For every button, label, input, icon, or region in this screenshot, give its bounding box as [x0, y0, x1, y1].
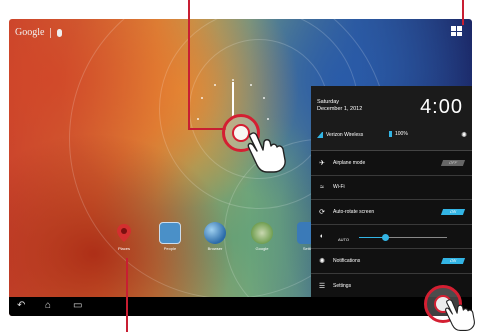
clock-tick [197, 118, 199, 120]
map-pin-icon [113, 222, 135, 244]
app-browser[interactable]: Browser [196, 222, 234, 251]
google-search-label: Google [15, 27, 45, 38]
app-label: Google [255, 246, 269, 251]
globe-icon [204, 222, 226, 244]
wifi-row[interactable]: ≈ Wi-Fi [311, 176, 472, 200]
date-label: December 1, 2012 [317, 106, 363, 112]
brightness-knob[interactable] [382, 233, 390, 241]
day-label: Saturday [317, 99, 340, 105]
clock-tick [201, 97, 203, 99]
row-label: Airplane mode [333, 159, 366, 166]
notifications-toggle[interactable]: ON [440, 258, 466, 264]
clock-tick [263, 97, 265, 99]
pointing-hand-icon [445, 299, 475, 331]
clock-tick [232, 79, 234, 81]
brightness-row: ◐ AUTO [311, 225, 472, 249]
pointing-hand-icon [247, 132, 286, 173]
app-label: Places [117, 246, 130, 251]
all-apps-icon[interactable] [451, 26, 462, 36]
battery-status: 100% [389, 131, 408, 137]
row-label: Notifications [333, 257, 361, 264]
contacts-icon [159, 222, 181, 244]
brightness-icon: ◐ [319, 232, 325, 240]
callout-line-clock [188, 128, 226, 130]
callout-line-places [126, 258, 128, 332]
brightness-auto-label[interactable]: AUTO [338, 237, 349, 242]
back-icon[interactable]: ↶ [17, 301, 25, 311]
rotate-icon: ⟳ [319, 208, 325, 216]
home-icon[interactable]: ⌂ [45, 301, 51, 311]
notifications-row[interactable]: ✺ Notifications ON [311, 249, 472, 274]
microphone-icon[interactable] [57, 28, 63, 37]
clock-tick [214, 84, 216, 86]
google-search-bar[interactable]: Google [15, 27, 63, 38]
row-label: Settings [333, 282, 352, 289]
search-divider [50, 27, 52, 38]
app-people[interactable]: People [151, 222, 189, 251]
quick-settings-header: Saturday December 1, 2012 4:00 Verizon W… [311, 86, 472, 151]
notifications-icon: ✺ [319, 257, 325, 265]
airplane-icon: ✈ [319, 159, 325, 167]
airplane-mode-toggle[interactable]: OFF [440, 160, 466, 166]
navigation-bar: ↶ ⌂ ▭ [9, 297, 472, 316]
clock-tick [267, 118, 269, 120]
tablet-screen: Google Places People Browser Google Sett… [9, 19, 472, 316]
settings-sliders-icon: ☰ [318, 282, 326, 290]
quick-settings-toggle-icon[interactable]: ✺ [461, 131, 467, 139]
battery-icon [389, 131, 392, 137]
row-label: Wi-Fi [333, 184, 345, 191]
carrier-label: Verizon Wireless [326, 132, 364, 138]
wifi-icon: ≈ [320, 183, 324, 191]
auto-rotate-toggle[interactable]: ON [440, 209, 466, 215]
illustration: Google Places People Browser Google Sett… [0, 0, 482, 332]
recent-apps-icon[interactable]: ▭ [73, 301, 82, 311]
brightness-slider[interactable] [359, 233, 447, 241]
app-places[interactable]: Places [105, 222, 143, 251]
time-display: 4:00 [420, 96, 463, 118]
app-google-folder[interactable]: Google [243, 222, 281, 251]
airplane-mode-row[interactable]: ✈ Airplane mode OFF [311, 151, 472, 176]
quick-settings-panel: Saturday December 1, 2012 4:00 Verizon W… [311, 86, 472, 297]
signal-icon [317, 132, 323, 138]
carrier-status: Verizon Wireless [317, 132, 363, 138]
app-label: Browser [207, 246, 223, 251]
callout-line-clock [188, 0, 190, 130]
callout-line-apps [462, 0, 464, 25]
clock-tick [250, 84, 252, 86]
app-label: People [163, 246, 177, 251]
auto-rotate-row[interactable]: ⟳ Auto-rotate screen ON [311, 200, 472, 225]
row-label: Auto-rotate screen [333, 208, 375, 215]
clock-hand [232, 82, 234, 119]
battery-label: 100% [395, 131, 408, 137]
google-folder-icon [251, 222, 273, 244]
